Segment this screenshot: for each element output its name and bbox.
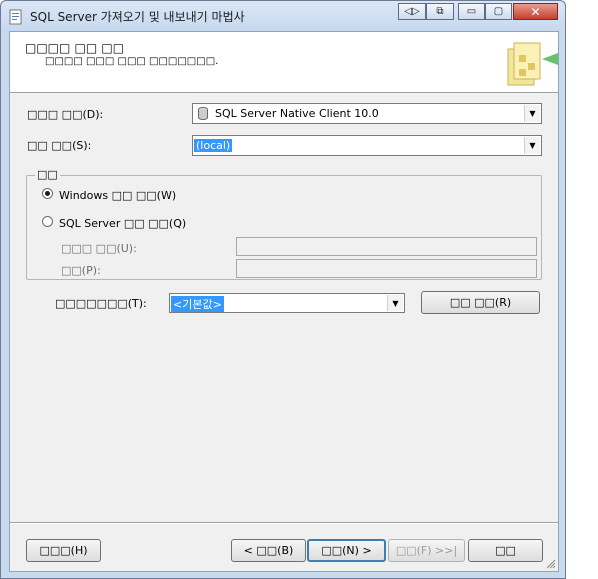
chevron-down-icon[interactable]: ▼ <box>524 105 540 122</box>
window-title: SQL Server 가져오기 및 내보내기 마법사 <box>30 10 245 24</box>
datasource-value: SQL Server Native Client 10.0 <box>215 107 379 120</box>
switch-window-icon[interactable]: ◁▷ <box>398 3 426 20</box>
auth-group: □□ Windows □□ □□(W) SQL Server □□ □□(Q) … <box>26 168 542 280</box>
resize-grip-icon[interactable] <box>544 557 556 569</box>
back-button[interactable]: < □□(B) <box>231 539 306 562</box>
maximize-button[interactable]: ▢ <box>485 3 512 20</box>
database-icon <box>198 107 208 120</box>
windows-auth-radio[interactable] <box>42 188 53 199</box>
footer-divider <box>10 522 558 524</box>
wizard-client-area: □□□□ □□ □□ □□□□ □□□ □□□ □□□□□□□. □□□ □□(… <box>9 31 559 572</box>
username-label: □□□ □□(U): <box>61 242 137 255</box>
password-label: □□(P): <box>61 264 101 277</box>
restore-window-icon[interactable]: ⧉ <box>426 3 454 20</box>
windows-auth-label[interactable]: Windows □□ □□(W) <box>59 189 176 202</box>
server-value[interactable]: (local) <box>194 139 233 152</box>
minimize-button[interactable]: ▭ <box>458 3 485 20</box>
help-button[interactable]: □□□(H) <box>26 539 101 562</box>
password-field[interactable] <box>236 259 537 278</box>
datasource-label: □□□ □□(D): <box>27 108 104 121</box>
refresh-button[interactable]: □□ □□(R) <box>421 291 540 314</box>
finish-button[interactable]: □□(F) >>| <box>388 539 465 562</box>
chevron-down-icon[interactable]: ▼ <box>387 295 403 311</box>
username-field[interactable] <box>236 237 537 256</box>
cancel-button[interactable]: □□ <box>468 539 543 562</box>
page-subtitle: □□□□ □□□ □□□ □□□□□□□. <box>45 56 219 67</box>
datasource-combo[interactable]: SQL Server Native Client 10.0 ▼ <box>192 103 542 124</box>
app-icon <box>9 9 22 25</box>
sql-auth-radio[interactable] <box>42 216 53 227</box>
close-button[interactable]: ✕ <box>513 3 558 20</box>
next-button[interactable]: □□(N) > <box>307 539 386 562</box>
server-combo[interactable]: (local) ▼ <box>192 135 542 156</box>
sql-auth-label[interactable]: SQL Server □□ □□(Q) <box>59 217 186 230</box>
database-combo[interactable]: <기본값> ▼ <box>169 293 405 313</box>
data-source-graphic-icon <box>507 42 558 86</box>
database-value[interactable]: <기본값> <box>171 296 224 312</box>
title-bar[interactable]: SQL Server 가져오기 및 내보내기 마법사 ◁▷ ⧉ ▭ ▢ ✕ <box>1 1 565 31</box>
auth-legend: □□ <box>35 168 60 181</box>
database-label: □□□□□□□(T): <box>55 297 147 310</box>
chevron-down-icon[interactable]: ▼ <box>524 137 540 154</box>
wizard-window: SQL Server 가져오기 및 내보내기 마법사 ◁▷ ⧉ ▭ ▢ ✕ □□… <box>0 0 566 579</box>
server-label: □□ □□(S): <box>27 139 92 152</box>
page-title: □□□□ □□ □□ <box>25 41 125 55</box>
wizard-header: □□□□ □□ □□ □□□□ □□□ □□□ □□□□□□□. <box>10 32 558 93</box>
